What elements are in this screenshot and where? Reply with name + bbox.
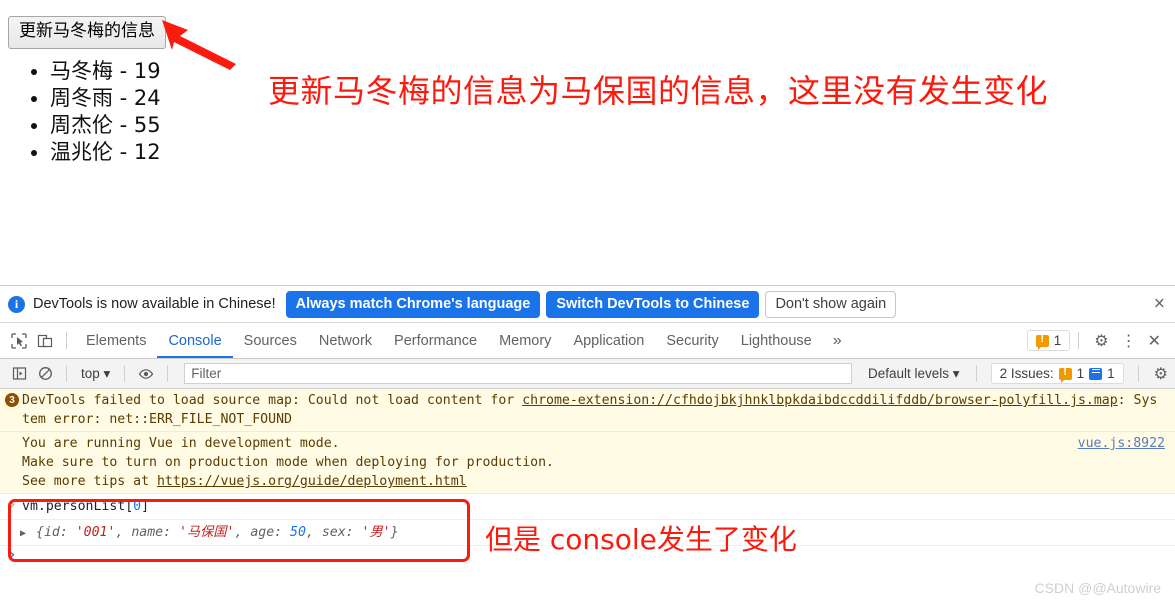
vue-warning-line3-prefix: See more tips at <box>22 474 157 489</box>
vue-warning-line1: You are running Vue in development mode. <box>22 436 340 451</box>
devtools-tab-bar: Elements Console Sources Network Perform… <box>0 323 1175 359</box>
update-person-button[interactable]: 更新马冬梅的信息 <box>8 16 166 50</box>
expand-arrow-icon[interactable]: ▶ <box>20 524 26 543</box>
divider <box>975 365 977 382</box>
result-close-brace: } <box>390 525 399 540</box>
command-index: 0 <box>133 499 142 514</box>
switch-devtools-language-button[interactable]: Switch DevTools to Chinese <box>546 290 760 318</box>
command-suffix: ] <box>141 499 150 514</box>
result-key-sex: sex <box>321 525 346 540</box>
divider <box>167 365 169 382</box>
command-prefix: vm.personList[ <box>22 499 134 514</box>
source-file-link[interactable]: vue.js:8922 <box>1078 434 1165 453</box>
tab-sources[interactable]: Sources <box>233 323 308 358</box>
console-message-sourcemap-error: 3 DevTools failed to load source map: Co… <box>0 389 1175 432</box>
tab-application[interactable]: Application <box>562 323 655 358</box>
result-key-age: age <box>250 525 275 540</box>
console-toolbar: top ▾ Filter Default levels ▾ 2 Issues: … <box>0 359 1175 389</box>
tab-console[interactable]: Console <box>157 323 232 358</box>
always-match-language-button[interactable]: Always match Chrome's language <box>285 290 541 318</box>
result-object-body[interactable]: {id: '001', name: '马保国', age: 50, sex: '… <box>22 525 399 540</box>
clear-console-icon[interactable] <box>32 361 58 387</box>
issues-badge[interactable]: 2 Issues: 1 1 <box>990 363 1124 384</box>
live-expression-icon[interactable] <box>133 361 159 387</box>
more-options-icon[interactable]: ⋮ <box>1116 331 1142 351</box>
result-open-brace: { <box>36 525 44 540</box>
person-list: 马冬梅 - 19 周冬雨 - 24 周杰伦 - 55 温兆伦 - 12 <box>10 58 161 166</box>
divider <box>66 365 67 382</box>
vue-warning-line2: Make sure to turn on production mode whe… <box>22 455 554 470</box>
issues-label: 2 Issues: <box>999 366 1054 381</box>
result-value-name: '马保国' <box>178 525 235 540</box>
info-issue-icon <box>1089 367 1103 380</box>
result-value-age: 50 <box>290 525 306 540</box>
vue-deployment-guide-link[interactable]: https://vuejs.org/guide/deployment.html <box>157 474 467 489</box>
console-message-list[interactable]: 3 DevTools failed to load source map: Co… <box>0 389 1175 607</box>
console-command-entry: vm.personList[0] <box>0 494 1175 520</box>
close-icon[interactable]: × <box>1154 295 1165 314</box>
tab-network[interactable]: Network <box>308 323 383 358</box>
tab-lighthouse[interactable]: Lighthouse <box>730 323 823 358</box>
tab-elements[interactable]: Elements <box>75 323 157 358</box>
vue-warning-line3: See more tips at https://vuejs.org/guide… <box>22 472 1165 491</box>
log-levels-selector[interactable]: Default levels ▾ <box>860 366 968 382</box>
tab-bar-right-controls: 1 ⚙ ⋮ ✕ <box>1026 330 1175 351</box>
warning-icon <box>1058 366 1072 383</box>
annotation-text-bottom: 但是 console发生了变化 <box>485 523 797 556</box>
tab-performance[interactable]: Performance <box>383 323 488 358</box>
gear-icon[interactable]: ⚙ <box>1147 364 1175 384</box>
context-selector[interactable]: top ▾ <box>75 366 116 382</box>
filter-input[interactable]: Filter <box>184 363 853 384</box>
divider <box>1078 332 1080 349</box>
devtools-language-notification: i DevTools is now available in Chinese! … <box>0 286 1175 323</box>
result-value-id: '001' <box>75 525 116 540</box>
close-icon[interactable]: ✕ <box>1142 331 1167 351</box>
sourcemap-url-link[interactable]: chrome-extension://cfhdojbkjhnklbpkdaibd… <box>522 393 1117 408</box>
info-icon: i <box>8 295 25 313</box>
notification-message: DevTools is now available in Chinese! <box>33 296 276 312</box>
tab-memory[interactable]: Memory <box>488 323 562 358</box>
more-tabs-icon[interactable]: » <box>823 332 852 350</box>
warning-count-badge[interactable]: 1 <box>1026 330 1071 351</box>
divider <box>66 332 67 349</box>
inspect-cursor-icon[interactable] <box>6 328 32 354</box>
device-toolbar-icon[interactable] <box>32 328 58 354</box>
list-item: 温兆伦 - 12 <box>50 139 161 166</box>
list-item: 周杰伦 - 55 <box>50 112 161 139</box>
message-count-badge[interactable]: 3 <box>5 393 19 407</box>
issues-info-count: 1 <box>1107 366 1115 381</box>
issues-warning-count: 1 <box>1076 366 1085 381</box>
dont-show-again-button[interactable]: Don't show again <box>765 290 897 318</box>
list-item: 马冬梅 - 19 <box>50 58 161 85</box>
annotation-text-top: 更新马冬梅的信息为马保国的信息，这里没有发生变化 <box>268 72 1049 110</box>
red-arrow-annotation-icon <box>162 20 236 70</box>
warning-count: 1 <box>1053 333 1062 348</box>
result-key-name: name <box>131 525 164 540</box>
result-value-sex: '男' <box>361 525 391 540</box>
result-key-id: id <box>43 525 60 540</box>
gear-icon[interactable]: ⚙ <box>1087 331 1115 351</box>
watermark: CSDN @@Autowire <box>1034 580 1161 596</box>
warning-icon <box>1035 333 1049 350</box>
divider <box>124 365 126 382</box>
divider <box>1137 365 1139 382</box>
list-item: 周冬雨 - 24 <box>50 85 161 112</box>
browser-page-viewport: 更新马冬梅的信息 马冬梅 - 19 周冬雨 - 24 周杰伦 - 55 温兆伦 … <box>0 0 1175 285</box>
tab-security[interactable]: Security <box>655 323 729 358</box>
console-sidebar-icon[interactable] <box>6 361 32 387</box>
message-text-before: DevTools failed to load source map: Coul… <box>22 393 523 408</box>
console-message-vue-devmode: vue.js:8922 You are running Vue in devel… <box>0 432 1175 494</box>
